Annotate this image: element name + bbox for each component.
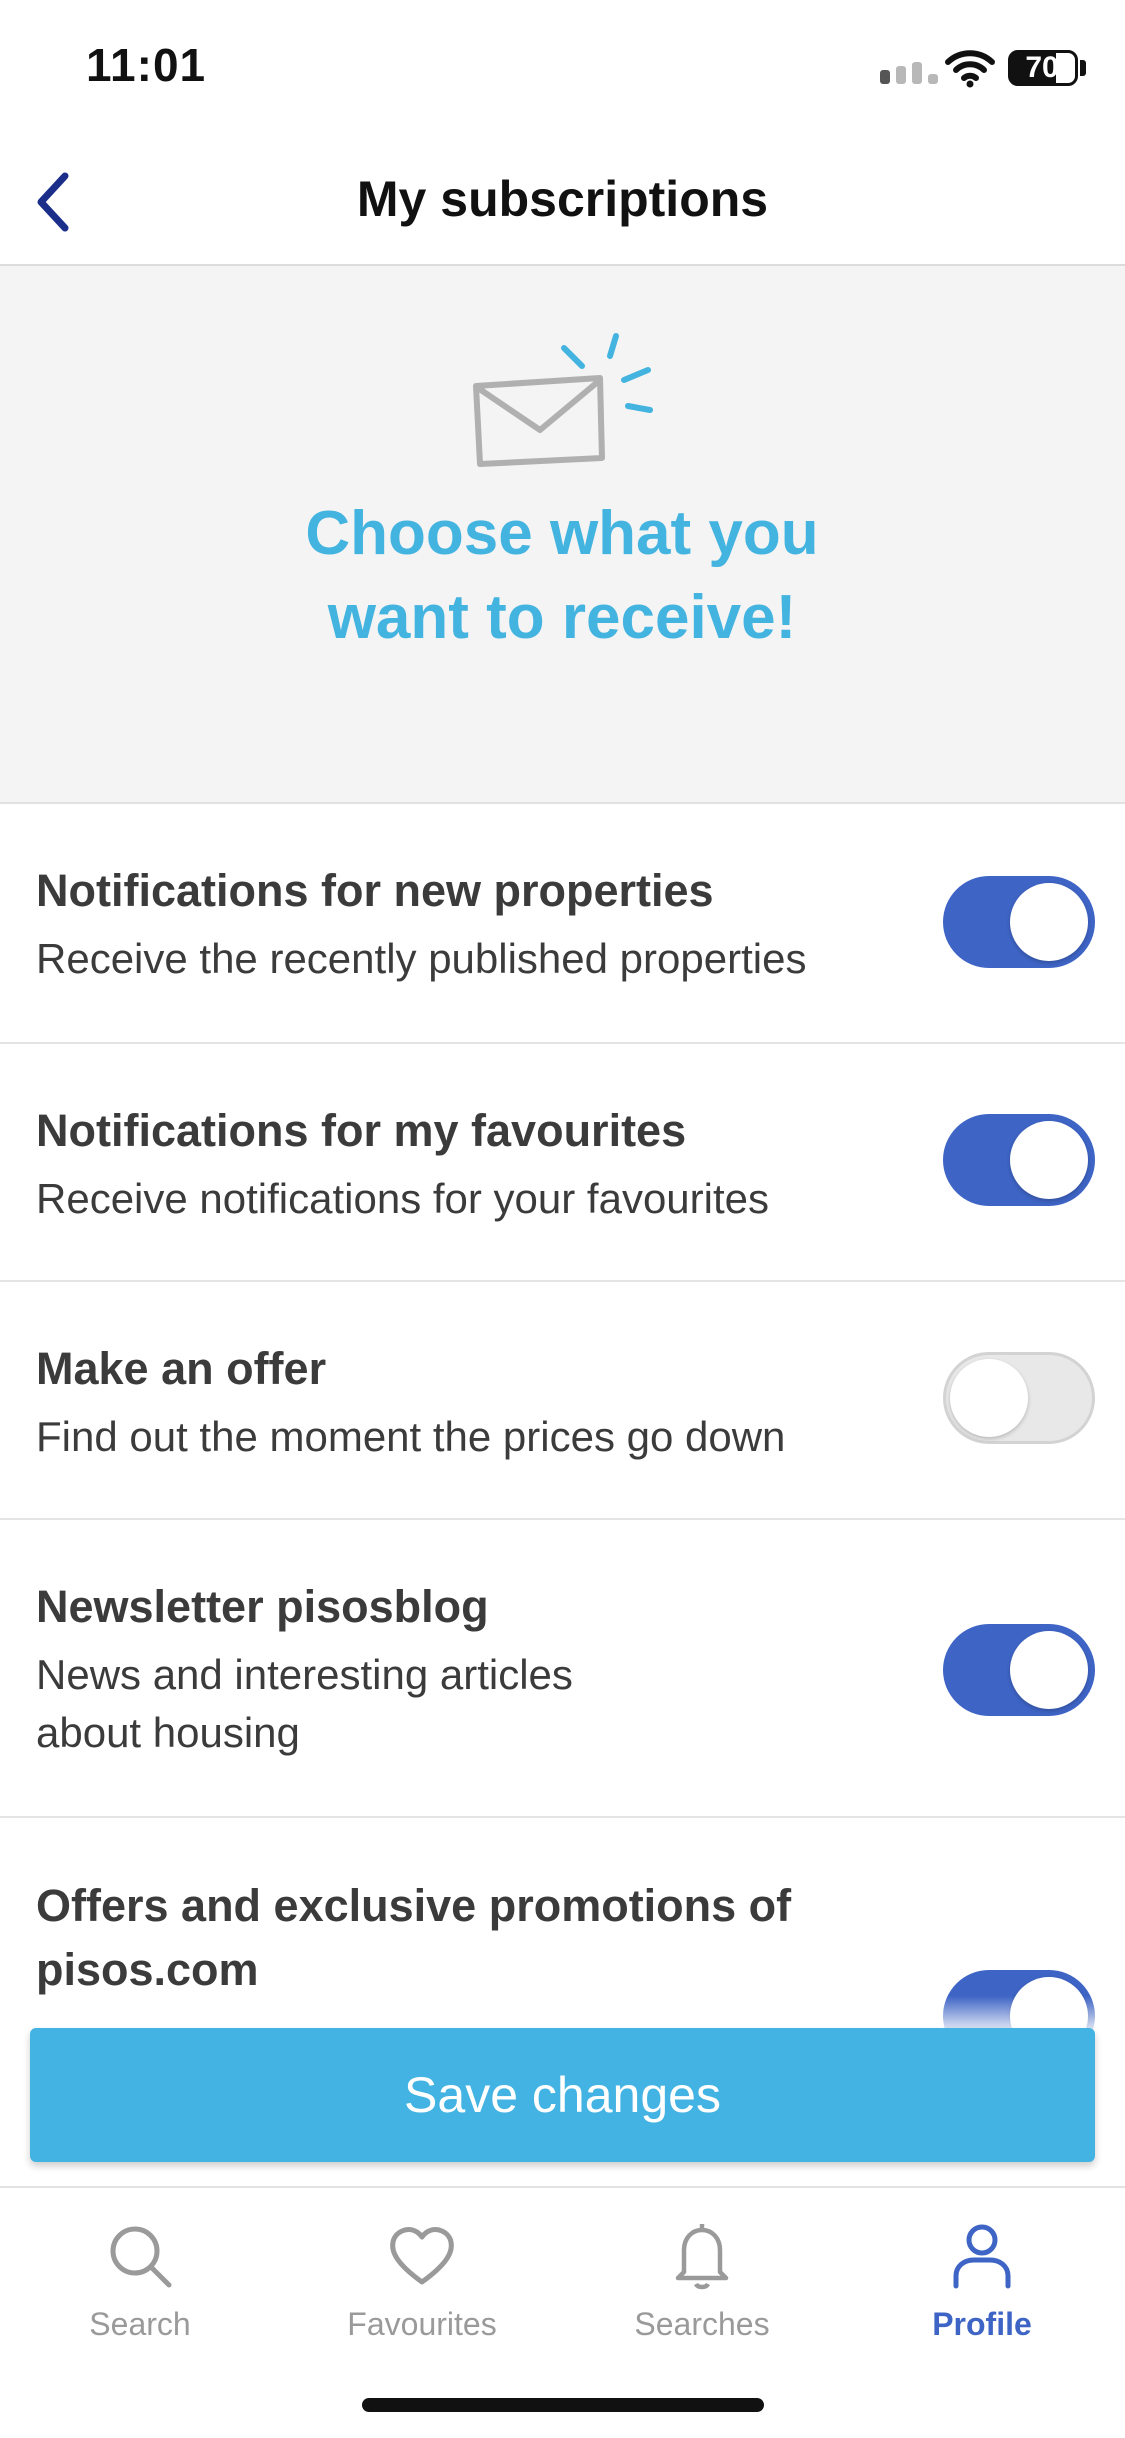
option-description: Receive notifications for your favourite… [36,1175,770,1222]
tab-label: Profile [932,2306,1032,2342]
tab-label: Search [89,2306,191,2342]
option-title: Offers and exclusive promotions of pisos… [36,1880,792,1995]
toggle-favourites[interactable] [943,1114,1095,1206]
page-title: My subscriptions [356,171,769,227]
option-title: Make an offer [36,1343,327,1394]
battery-icon: 70 [1008,50,1078,86]
toggle-knob [1010,1631,1088,1709]
search-icon [0,2216,280,2296]
tab-search[interactable]: Search [0,2216,280,2343]
save-changes-button[interactable]: Save changes [30,2028,1095,2162]
tab-profile[interactable]: Profile [842,2216,1122,2343]
heart-icon [282,2216,562,2296]
bell-icon [562,2216,842,2296]
cellular-signal-icon [880,62,938,84]
tab-favourites[interactable]: Favourites [282,2216,562,2343]
option-title: Notifications for my favourites [36,1105,687,1156]
envelope-icon [460,326,660,481]
tab-label: Favourites [347,2306,497,2342]
wifi-icon [944,48,996,93]
battery-tip [1080,60,1086,76]
status-time: 11:01 [86,39,207,91]
hero-title: Choose what you want to receive! [305,499,819,652]
status-bar: 11:01 70 [0,0,1125,140]
battery-level: 70 [1025,51,1059,84]
subscription-options: Notifications for new properties Receive… [0,804,1125,2118]
toggle-newsletter[interactable] [943,1624,1095,1716]
option-newsletter: Newsletter pisosblog News and interestin… [0,1520,1125,1818]
toggle-knob [950,1359,1028,1437]
user-icon [842,2216,1122,2296]
toggle-new-properties[interactable] [943,876,1095,968]
option-make-offer: Make an offer Find out the moment the pr… [0,1282,1125,1520]
home-indicator [362,2398,764,2412]
hero-banner: Choose what you want to receive! [0,266,1125,804]
option-new-properties: Notifications for new properties Receive… [0,804,1125,1044]
option-title: Notifications for new properties [36,865,714,916]
tab-searches[interactable]: Searches [562,2216,842,2343]
option-description: Find out the moment the prices go down [36,1413,786,1460]
option-description: Receive the recently published propertie… [36,935,807,982]
tab-label: Searches [634,2306,770,2342]
toggle-knob [1010,883,1088,961]
toggle-knob [1010,1121,1088,1199]
option-favourites: Notifications for my favourites Receive … [0,1044,1125,1282]
toggle-make-offer[interactable] [943,1352,1095,1444]
option-description: News and interesting articles about hous… [36,1651,573,1756]
option-title: Newsletter pisosblog [36,1581,489,1632]
navigation-header: My subscriptions [0,140,1125,266]
